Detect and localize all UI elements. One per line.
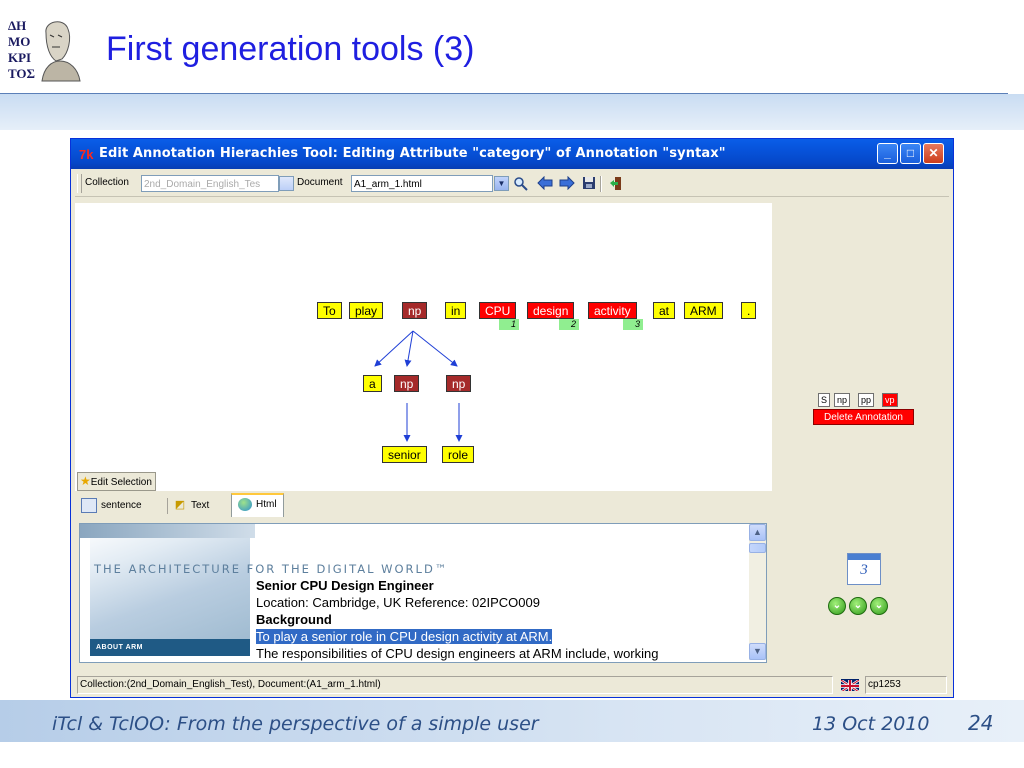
annotation-tree-canvas[interactable]: To play np in CPU 1 design 2 activity 3 …	[75, 203, 772, 491]
chevron-down-icon[interactable]: ▼	[494, 176, 509, 191]
banner-tagline: THE ARCHITECTURE FOR THE DIGITAL WORLD™	[94, 562, 449, 576]
sentence-icon	[81, 497, 97, 513]
forward-arrow-icon[interactable]	[558, 175, 575, 191]
category-button-np[interactable]: np	[834, 393, 851, 407]
encoding-indicator[interactable]: cp1253	[865, 676, 947, 694]
save-icon[interactable]	[580, 176, 597, 191]
category-button-vp[interactable]: vp	[882, 393, 898, 407]
navigator-page-number: 3	[860, 562, 868, 578]
view-tabs: sentence ◩ Text Html	[75, 493, 772, 519]
edit-selection-button[interactable]: ★Edit Selection	[77, 472, 156, 491]
token-index: 2	[559, 319, 579, 330]
tree-token[interactable]: at	[653, 302, 676, 319]
uk-flag-icon	[841, 679, 859, 691]
maximize-button[interactable]: □	[900, 143, 921, 164]
delete-annotation-button[interactable]: Delete Annotation	[813, 409, 914, 425]
tree-node[interactable]: a	[363, 375, 382, 392]
back-arrow-icon[interactable]	[536, 175, 553, 191]
header-band	[0, 94, 1024, 130]
portrait-logo-icon: ΔΗ ΜΟ ΚΡΙ ΤΟΣ	[6, 13, 82, 83]
token-index: 3	[623, 319, 643, 330]
nav-next-icon[interactable]: ⌄	[870, 597, 888, 615]
html-line: Location: Cambridge, UK Reference: 02IPC…	[256, 595, 540, 610]
tab-text[interactable]: ◩ Text	[173, 496, 210, 516]
tree-token[interactable]: design	[527, 302, 575, 319]
tree-token[interactable]: To	[317, 302, 342, 319]
star-icon: ★	[80, 474, 91, 488]
svg-text:ΚΡΙ: ΚΡΙ	[8, 50, 31, 65]
category-button-s[interactable]: S	[818, 393, 831, 407]
search-icon[interactable]	[512, 176, 529, 191]
toolbar-separator	[600, 176, 602, 192]
token-index: 1	[499, 319, 519, 330]
close-button[interactable]: ✕	[923, 143, 944, 164]
tree-token[interactable]: ARM	[684, 302, 723, 319]
document-label: Document	[297, 177, 343, 188]
status-text: Collection:(2nd_Domain_English_Test), Do…	[77, 676, 833, 694]
about-arm-link[interactable]: ABOUT ARM	[90, 639, 250, 656]
scroll-up-button[interactable]: ▲	[749, 524, 766, 541]
window-titlebar[interactable]: 7k Edit Annotation Hierachies Tool: Edit…	[71, 139, 953, 169]
html-line: Background	[256, 612, 332, 627]
html-line: The responsibilities of CPU design engin…	[256, 646, 659, 661]
tree-token[interactable]: in	[445, 302, 467, 319]
tree-leaf[interactable]: role	[442, 446, 475, 463]
collection-browse-button[interactable]	[279, 176, 294, 191]
html-globe-icon	[238, 497, 252, 511]
tree-token[interactable]: np	[402, 302, 428, 319]
footer-date: 13 Oct 2010	[812, 713, 930, 735]
vertical-scrollbar[interactable]: ▲ ▼	[749, 524, 766, 660]
annotation-tool-window: 7k Edit Annotation Hierachies Tool: Edit…	[70, 138, 954, 698]
tree-leaf[interactable]: senior	[382, 446, 427, 463]
document-select[interactable]: A1_arm_1.html	[351, 175, 493, 192]
minimize-button[interactable]: _	[877, 143, 898, 164]
statusbar: Collection:(2nd_Domain_English_Test), Do…	[75, 676, 949, 695]
tab-sentence[interactable]: sentence	[81, 496, 142, 516]
tree-node[interactable]: np	[394, 375, 420, 392]
collection-field[interactable]: 2nd_Domain_English_Tes	[141, 175, 279, 192]
tree-token[interactable]: CPU	[479, 302, 517, 319]
navigator-panel: 3 ⌄ ⌄ ⌄	[773, 523, 951, 661]
toolbar-grip[interactable]	[77, 174, 82, 193]
arm-banner-image	[90, 524, 250, 656]
text-icon: ◩	[174, 498, 186, 511]
html-view-pane[interactable]: THE ARCHITECTURE FOR THE DIGITAL WORLD™ …	[79, 523, 767, 663]
svg-text:ΔΗ: ΔΗ	[8, 18, 26, 33]
exit-icon[interactable]	[607, 176, 624, 191]
html-line: Senior CPU Design Engineer	[256, 578, 434, 593]
svg-text:ΜΟ: ΜΟ	[8, 34, 30, 49]
category-button-pp[interactable]: pp	[858, 393, 875, 407]
window-title: Edit Annotation Hierachies Tool: Editing…	[99, 146, 726, 161]
html-line-selected[interactable]: To play a senior role in CPU design acti…	[256, 629, 553, 644]
tree-node[interactable]: np	[446, 375, 472, 392]
nav-prev-icon[interactable]: ⌄	[849, 597, 867, 615]
collection-label: Collection	[85, 177, 129, 188]
svg-text:ΤΟΣ: ΤΟΣ	[8, 66, 35, 81]
category-panel: S np pp vp Delete Annotation	[773, 203, 951, 491]
scroll-down-button[interactable]: ▼	[749, 643, 766, 660]
tab-html[interactable]: Html	[231, 493, 284, 517]
footer-talk-title: iTcl & TclOO: From the perspective of a …	[52, 713, 539, 735]
slide-page-number: 24	[968, 711, 994, 735]
app-icon: 7k	[79, 147, 94, 162]
nav-first-icon[interactable]: ⌄	[828, 597, 846, 615]
arm-banner-top	[80, 524, 255, 538]
tree-token[interactable]: .	[741, 302, 757, 319]
toolbar: Collection 2nd_Domain_English_Tes Docume…	[75, 171, 949, 197]
tab-separator	[167, 498, 168, 514]
tree-token[interactable]: play	[349, 302, 384, 319]
tree-token[interactable]: activity	[588, 302, 637, 319]
slide-title: First generation tools (3)	[106, 30, 475, 68]
scroll-thumb[interactable]	[749, 543, 766, 553]
calendar-icon[interactable]: 3	[847, 553, 881, 585]
